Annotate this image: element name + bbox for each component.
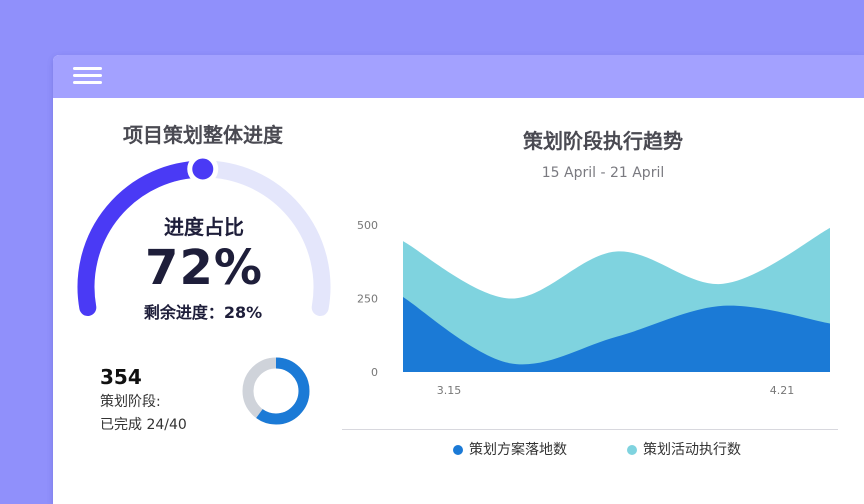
stage-count: 354	[100, 365, 142, 389]
legend-label: 策划活动执行数	[643, 442, 741, 458]
x-tick-label: 4.21	[770, 384, 795, 397]
chart-legend: 策划方案落地数 策划活动执行数	[453, 439, 801, 459]
hamburger-menu-icon[interactable]	[73, 67, 103, 87]
progress-title: 项目策划整体进度	[123, 123, 283, 147]
y-tick-label: 500	[357, 219, 378, 232]
legend-dot-icon	[453, 445, 463, 455]
y-tick-label: 0	[371, 366, 378, 379]
stage-donut	[242, 357, 310, 425]
stage-label: 策划阶段:	[100, 394, 161, 410]
legend-item: 策划活动执行数	[627, 439, 741, 459]
dashboard-window: 项目策划整体进度 进度占比 72% 剩余进度：28% 354 策划阶段: 已完成…	[53, 55, 864, 504]
chart-title: 策划阶段执行趋势	[523, 129, 683, 153]
x-tick-label: 3.15	[437, 384, 462, 397]
top-bar	[53, 55, 864, 98]
progress-remaining: 剩余进度：28%	[143, 303, 263, 322]
chart-subtitle: 15 April - 21 April	[541, 165, 665, 181]
progress-label: 进度占比	[164, 215, 244, 239]
legend-label: 策划方案落地数	[469, 442, 567, 458]
area-chart: 0 250 500 3.15 4.21	[357, 219, 830, 397]
legend-dot-icon	[627, 445, 637, 455]
stage-completed: 已完成 24/40	[100, 417, 187, 433]
progress-percentage: 72%	[145, 240, 263, 296]
chart-baseline	[342, 429, 838, 430]
gauge-knob	[187, 155, 219, 185]
legend-item: 策划方案落地数	[453, 439, 567, 459]
y-tick-label: 250	[357, 293, 378, 306]
